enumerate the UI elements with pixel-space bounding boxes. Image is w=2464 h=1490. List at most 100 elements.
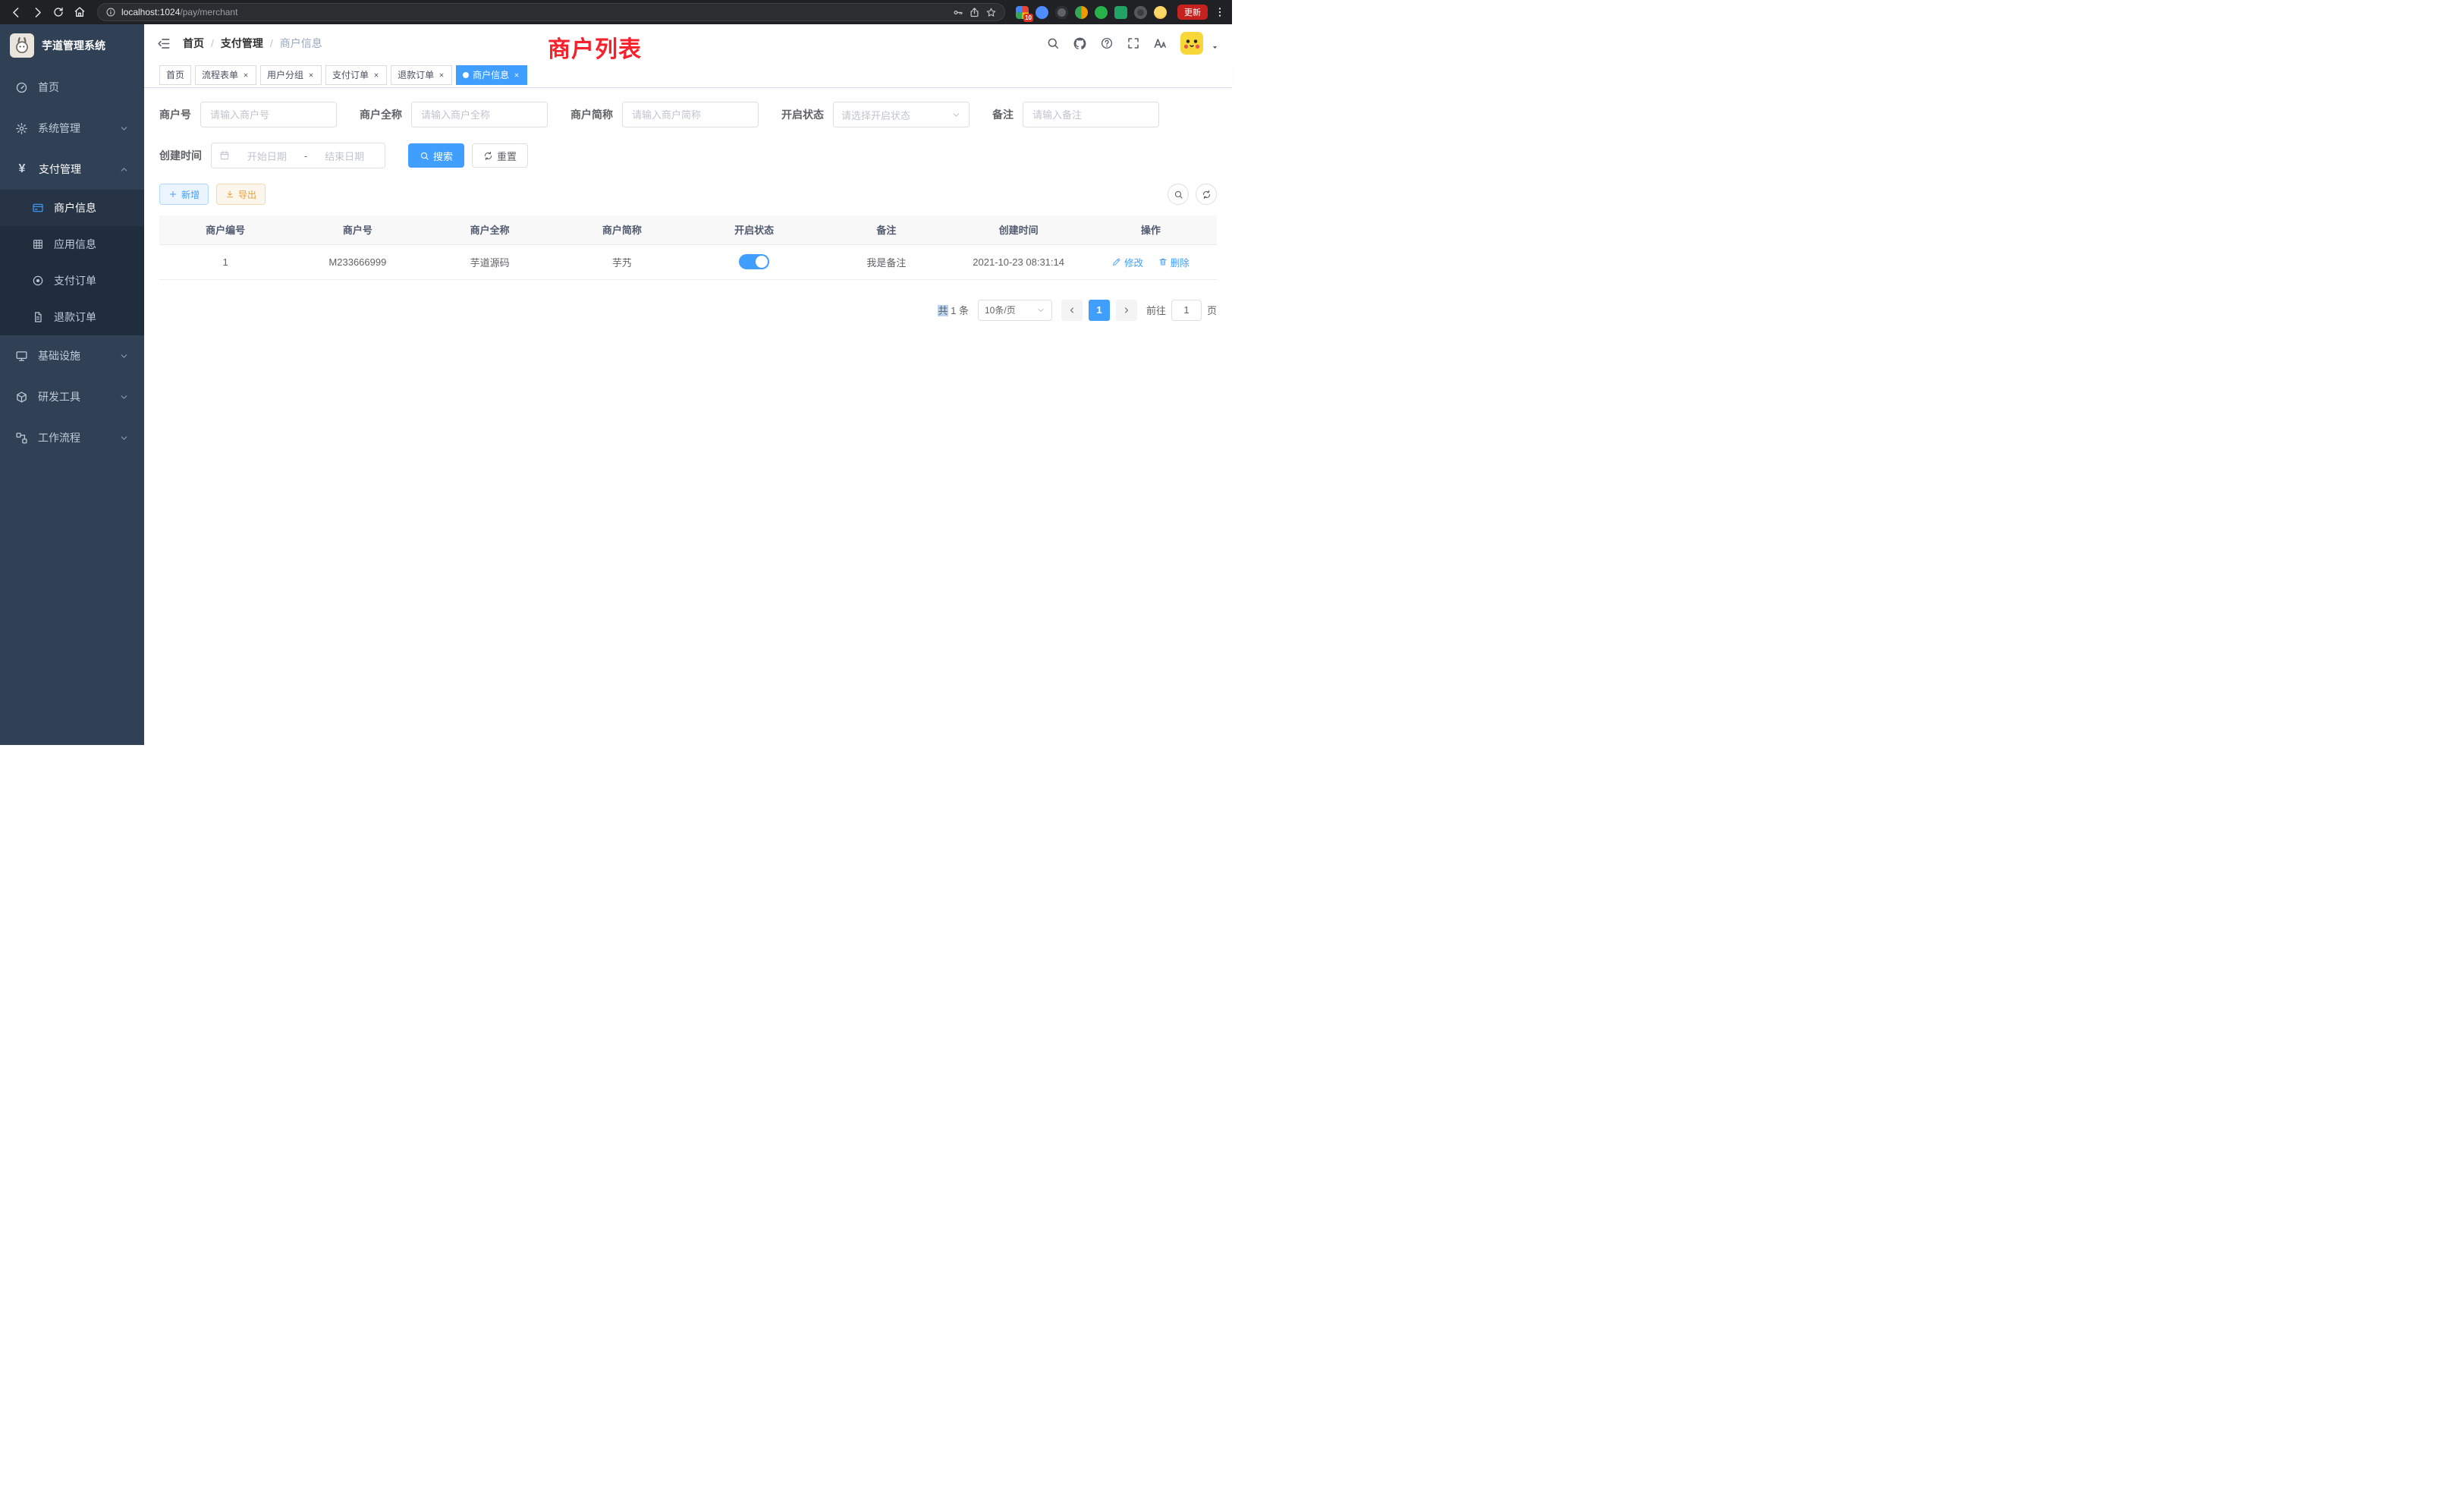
site-info-icon[interactable] xyxy=(105,7,116,17)
yen-icon: ¥ xyxy=(15,162,29,176)
sidebar-item-label: 应用信息 xyxy=(54,237,96,252)
create-time-label: 创建时间 xyxy=(159,148,202,163)
extension-pin-icon[interactable] xyxy=(1134,6,1147,19)
browser-home-button[interactable] xyxy=(70,2,90,22)
sidebar-item-home[interactable]: 首页 xyxy=(0,67,144,108)
sidebar-item-label: 工作流程 xyxy=(38,430,80,445)
tab-process-form[interactable]: 流程表单 xyxy=(195,65,256,85)
sidebar-item-pay-orders[interactable]: 支付订单 xyxy=(0,262,144,299)
merchant-no-input[interactable] xyxy=(200,102,337,127)
table-header-row: 商户编号 商户号 商户全称 商户简称 开启状态 备注 创建时间 操作 xyxy=(159,215,1217,244)
page-size-select[interactable]: 10条/页 xyxy=(978,300,1052,321)
refresh-table-button[interactable] xyxy=(1196,184,1217,205)
edit-link[interactable]: 修改 xyxy=(1112,255,1143,269)
close-icon[interactable] xyxy=(242,71,250,79)
pagination: 共 1 条 10条/页 1 前往 页 xyxy=(159,300,1217,321)
browser-forward-button[interactable] xyxy=(27,2,47,22)
status-toggle[interactable] xyxy=(739,254,769,269)
document-icon xyxy=(32,311,44,323)
extension-gray-icon[interactable] xyxy=(1055,6,1068,19)
cell-status xyxy=(688,244,820,279)
close-icon[interactable] xyxy=(307,71,315,79)
password-key-icon[interactable] xyxy=(952,7,963,18)
sidebar-item-infrastructure[interactable]: 基础设施 xyxy=(0,335,144,376)
full-name-input[interactable] xyxy=(411,102,548,127)
app-title: 芋道管理系统 xyxy=(42,38,105,53)
chevron-down-icon xyxy=(951,110,961,120)
export-button[interactable]: 导出 xyxy=(216,184,266,205)
cell-merchant-no: M233666999 xyxy=(291,244,423,279)
col-create-time: 创建时间 xyxy=(953,215,1085,244)
status-select[interactable]: 请选择开启状态 xyxy=(833,102,970,127)
record-icon xyxy=(32,275,44,287)
sidebar-fold-icon[interactable] xyxy=(156,36,171,51)
user-menu-caret-icon[interactable] xyxy=(1210,42,1220,52)
reset-button[interactable]: 重置 xyxy=(472,143,528,168)
table-row: 1 M233666999 芋道源码 芋艿 我是备注 2021-10-23 08:… xyxy=(159,244,1217,279)
help-icon[interactable] xyxy=(1100,36,1114,50)
col-status: 开启状态 xyxy=(688,215,820,244)
add-button[interactable]: 新增 xyxy=(159,184,209,205)
toggle-search-button[interactable] xyxy=(1168,184,1189,205)
share-icon[interactable] xyxy=(969,7,980,18)
font-size-icon[interactable] xyxy=(1153,36,1168,51)
close-icon[interactable] xyxy=(513,71,520,79)
browser-back-button[interactable] xyxy=(6,2,26,22)
app-logo[interactable]: 芋道管理系统 xyxy=(0,24,144,67)
payment-submenu: 商户信息 应用信息 支付订单 退款订单 xyxy=(0,190,144,335)
header-actions xyxy=(1046,32,1220,55)
create-time-range-picker[interactable]: 开始日期 - 结束日期 xyxy=(211,143,385,168)
bookmark-star-icon[interactable] xyxy=(985,7,997,18)
header-search-icon[interactable] xyxy=(1046,36,1060,50)
tab-user-group[interactable]: 用户分组 xyxy=(260,65,322,85)
plus-icon xyxy=(168,190,178,199)
extension-green-circle-icon[interactable] xyxy=(1095,6,1108,19)
close-icon[interactable] xyxy=(438,71,445,79)
tab-refund-orders[interactable]: 退款订单 xyxy=(391,65,452,85)
goto-label: 前往 xyxy=(1146,303,1166,317)
browser-update-button[interactable]: 更新 xyxy=(1177,5,1208,20)
github-icon[interactable] xyxy=(1073,36,1087,51)
prev-page-button[interactable] xyxy=(1061,300,1083,321)
close-icon[interactable] xyxy=(372,71,380,79)
url-text[interactable]: localhost:1024/pay/merchant xyxy=(121,7,947,17)
remark-label: 备注 xyxy=(992,107,1014,122)
sidebar-item-refund-orders[interactable]: 退款订单 xyxy=(0,299,144,335)
sidebar-item-label: 支付订单 xyxy=(54,273,96,288)
user-avatar[interactable] xyxy=(1180,32,1203,55)
merchant-card-icon xyxy=(32,202,44,214)
tab-pay-orders[interactable]: 支付订单 xyxy=(325,65,387,85)
extensions-puzzle-icon[interactable]: 10 xyxy=(1016,6,1029,19)
breadcrumb-payment[interactable]: 支付管理 xyxy=(221,36,263,51)
sidebar-item-merchant-info[interactable]: 商户信息 xyxy=(0,190,144,226)
delete-label: 删除 xyxy=(1171,255,1190,269)
browser-reload-button[interactable] xyxy=(49,2,68,22)
next-page-button[interactable] xyxy=(1116,300,1137,321)
tab-home[interactable]: 首页 xyxy=(159,65,191,85)
delete-link[interactable]: 删除 xyxy=(1158,255,1190,269)
goto-page-input[interactable] xyxy=(1171,300,1202,321)
sidebar: 芋道管理系统 首页 系统管理 ¥ 支付管理 商户信息 应用信息 xyxy=(0,24,144,745)
extension-emoji-icon[interactable] xyxy=(1154,6,1167,19)
search-button[interactable]: 搜索 xyxy=(408,143,464,168)
sidebar-item-payment[interactable]: ¥ 支付管理 xyxy=(0,149,144,190)
sidebar-item-label: 退款订单 xyxy=(54,310,96,325)
tab-merchant-info[interactable]: 商户信息 xyxy=(456,65,527,85)
page-content: 商户号 商户全称 商户简称 开启状态 请选择开启状态 xyxy=(144,88,1232,745)
fullscreen-icon[interactable] xyxy=(1127,36,1140,50)
filter-row-2: 创建时间 开始日期 - 结束日期 搜索 重置 xyxy=(159,143,1217,168)
extension-avatar-icon[interactable] xyxy=(1075,6,1088,19)
extension-blue-icon[interactable] xyxy=(1036,6,1048,19)
short-name-input[interactable] xyxy=(622,102,759,127)
sidebar-item-dev-tools[interactable]: 研发工具 xyxy=(0,376,144,417)
extension-green-square-icon[interactable] xyxy=(1114,6,1127,19)
sidebar-item-workflow[interactable]: 工作流程 xyxy=(0,417,144,458)
sidebar-item-system[interactable]: 系统管理 xyxy=(0,108,144,149)
page-number-button[interactable]: 1 xyxy=(1089,300,1110,321)
breadcrumb-home[interactable]: 首页 xyxy=(183,36,204,51)
tab-label: 流程表单 xyxy=(202,68,238,81)
browser-menu-icon[interactable] xyxy=(1214,6,1226,18)
address-bar[interactable]: localhost:1024/pay/merchant xyxy=(97,3,1005,21)
remark-input[interactable] xyxy=(1023,102,1159,127)
sidebar-item-app-info[interactable]: 应用信息 xyxy=(0,226,144,262)
